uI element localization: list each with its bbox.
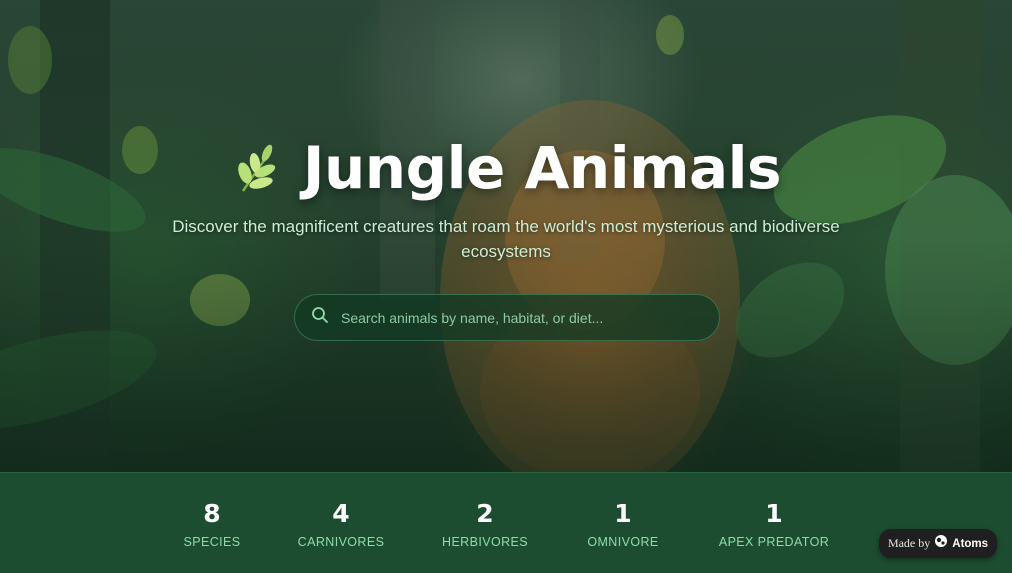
- stats-bar: 8 SPECIES 4 CARNIVORES 2 HERBIVORES 1 OM…: [0, 472, 1012, 573]
- stat-label: OMNIVORE: [587, 535, 659, 549]
- stat-value: 4: [332, 499, 350, 528]
- page-subtitle: Discover the magnificent creatures that …: [172, 217, 840, 261]
- atoms-brand-text: Atoms: [952, 537, 989, 550]
- atoms-logo-icon: [934, 534, 948, 553]
- stat-value: 1: [765, 499, 783, 528]
- search-input[interactable]: [341, 309, 701, 326]
- stat-label: HERBIVORES: [442, 535, 528, 549]
- stat-label: APEX PREDATOR: [718, 535, 830, 549]
- made-by-text: Made by: [887, 536, 931, 550]
- page-title: Jungle Animals: [302, 134, 782, 202]
- stat-herbivores: 2 HERBIVORES: [405, 499, 565, 549]
- search-icon: [311, 306, 329, 329]
- stat-omnivore: 1 OMNIVORE: [543, 499, 703, 549]
- page-title-row: Jungle Animals: [0, 128, 1012, 208]
- stat-apex-predator: 1 APEX PREDATOR: [694, 499, 854, 549]
- search-bar[interactable]: [294, 294, 720, 341]
- stat-label: CARNIVORES: [297, 535, 385, 549]
- stat-value: 1: [614, 499, 632, 528]
- stat-value: 2: [476, 499, 494, 528]
- stat-carnivores: 4 CARNIVORES: [261, 499, 421, 549]
- leaf-icon: [231, 139, 289, 197]
- made-by-atoms-badge[interactable]: Made by Atoms: [879, 529, 997, 558]
